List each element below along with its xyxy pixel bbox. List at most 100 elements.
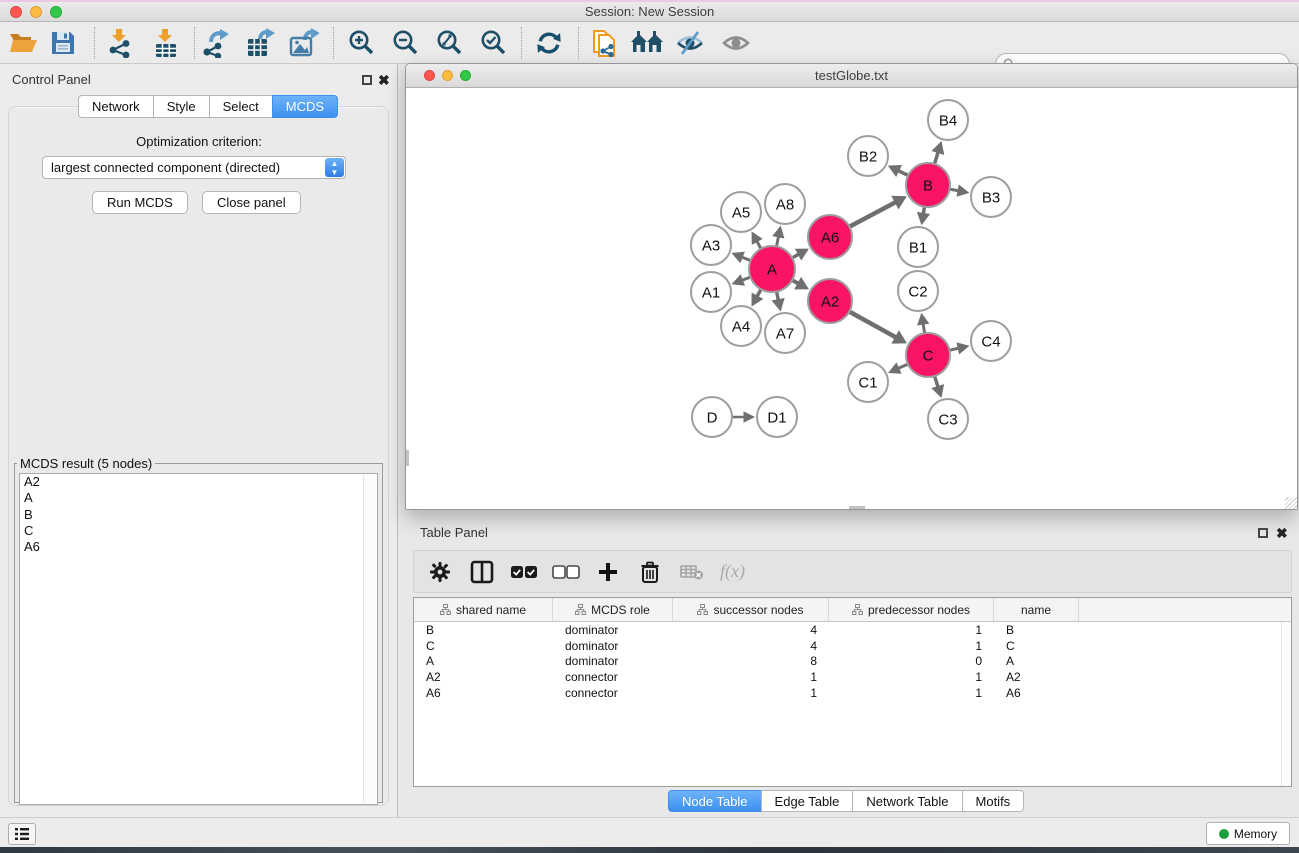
show-column-icon[interactable] — [468, 558, 496, 586]
column-header-shared-name[interactable]: shared name — [414, 598, 553, 621]
table-row[interactable]: Bdominator41B — [414, 622, 1291, 638]
node-D[interactable]: D — [692, 397, 732, 437]
mcds-result-item[interactable]: B — [20, 507, 377, 523]
table-cell[interactable]: A — [414, 654, 553, 668]
network-window-resize-grip[interactable] — [1285, 497, 1297, 509]
table-row[interactable]: Adominator80A — [414, 654, 1291, 670]
column-header-successor-nodes[interactable]: successor nodes — [673, 598, 829, 621]
import-network-icon[interactable] — [103, 28, 137, 58]
column-header-predecessor-nodes[interactable]: predecessor nodes — [829, 598, 994, 621]
tab-mcds[interactable]: MCDS — [272, 95, 338, 118]
node-C[interactable]: C — [906, 333, 950, 377]
new-network-from-selection-icon[interactable] — [588, 28, 622, 58]
column-header-name[interactable]: name — [994, 598, 1079, 621]
hide-selected-icon[interactable] — [673, 28, 707, 58]
create-column-icon[interactable] — [594, 558, 622, 586]
table-cell[interactable]: 1 — [829, 623, 994, 637]
zoom-fit-icon[interactable] — [432, 28, 466, 58]
tab-network-table[interactable]: Network Table — [852, 790, 962, 812]
edge-B-B2[interactable] — [888, 165, 910, 177]
list-scrollbar[interactable] — [363, 475, 376, 803]
tab-network[interactable]: Network — [78, 95, 154, 118]
table-scrollbar[interactable] — [1281, 622, 1291, 786]
node-A4[interactable]: A4 — [721, 306, 761, 346]
mcds-result-item[interactable]: A6 — [20, 539, 377, 555]
edge-C-C1[interactable] — [888, 362, 910, 373]
table-cell[interactable]: A2 — [994, 670, 1079, 684]
mcds-result-item[interactable]: C — [20, 523, 377, 539]
node-C3[interactable]: C3 — [928, 399, 968, 439]
table-cell[interactable]: B — [994, 623, 1079, 637]
tab-style[interactable]: Style — [153, 95, 210, 118]
run-mcds-button[interactable]: Run MCDS — [92, 191, 188, 214]
node-A3[interactable]: A3 — [691, 225, 731, 265]
table-cell[interactable]: 4 — [673, 639, 829, 653]
memory-button[interactable]: Memory — [1206, 822, 1290, 845]
table-row[interactable]: Cdominator41C — [414, 638, 1291, 654]
node-A7[interactable]: A7 — [765, 313, 805, 353]
table-cell[interactable]: connector — [553, 686, 673, 700]
edge-A-A8[interactable] — [772, 226, 784, 249]
table-cell[interactable]: 1 — [829, 686, 994, 700]
column-header-MCDS-role[interactable]: MCDS role — [553, 598, 673, 621]
close-panel-button[interactable]: Close panel — [202, 191, 301, 214]
table-cell[interactable]: 1 — [829, 670, 994, 684]
task-history-button[interactable] — [8, 823, 36, 845]
export-network-icon[interactable] — [200, 28, 234, 58]
edge-C-C3[interactable] — [931, 374, 944, 398]
table-cell[interactable]: A6 — [994, 686, 1079, 700]
table-cell[interactable]: dominator — [553, 639, 673, 653]
delete-column-trash-icon[interactable] — [636, 558, 664, 586]
import-table-icon[interactable] — [149, 28, 183, 58]
table-row[interactable]: A2connector11A2 — [414, 669, 1291, 685]
node-B4[interactable]: B4 — [928, 100, 968, 140]
tab-select[interactable]: Select — [209, 95, 273, 118]
table-cell[interactable]: A — [994, 654, 1079, 668]
table-cell[interactable]: 8 — [673, 654, 829, 668]
export-table-icon[interactable] — [244, 28, 278, 58]
first-neighbors-icon[interactable] — [630, 28, 664, 58]
zoom-out-icon[interactable] — [388, 28, 422, 58]
tab-edge-table[interactable]: Edge Table — [761, 790, 854, 812]
tab-motifs[interactable]: Motifs — [962, 790, 1025, 812]
table-cell[interactable]: 1 — [673, 686, 829, 700]
network-canvas[interactable]: B4B2BB3A8A5A6A3B1AA1C2A2A4A7C4CC1C3DD1 — [406, 88, 1297, 509]
table-cell[interactable]: C — [994, 639, 1079, 653]
table-cell[interactable]: 1 — [829, 639, 994, 653]
node-C4[interactable]: C4 — [971, 321, 1011, 361]
table-cell[interactable]: C — [414, 639, 553, 653]
open-file-icon[interactable] — [6, 28, 40, 58]
node-A8[interactable]: A8 — [765, 184, 805, 224]
node-A1[interactable]: A1 — [691, 272, 731, 312]
close-table-panel-icon[interactable]: ✖ — [1276, 525, 1288, 542]
table-settings-gear-icon[interactable] — [426, 558, 454, 586]
table-cell[interactable]: B — [414, 623, 553, 637]
table-row[interactable]: A6connector11A6 — [414, 685, 1291, 701]
node-B3[interactable]: B3 — [971, 177, 1011, 217]
edge-C-C2[interactable] — [917, 313, 929, 336]
mcds-result-list[interactable]: A2ABCA6 — [19, 473, 378, 805]
show-all-icon[interactable] — [719, 28, 753, 58]
tab-node-table[interactable]: Node Table — [668, 790, 762, 812]
table-cell[interactable]: A6 — [414, 686, 553, 700]
mcds-result-item[interactable]: A2 — [20, 474, 377, 490]
edge-A2-C[interactable] — [848, 311, 907, 344]
table-cell[interactable]: A2 — [414, 670, 553, 684]
node-C2[interactable]: C2 — [898, 271, 938, 311]
edge-A6-B[interactable] — [848, 196, 907, 228]
select-all-columns-icon[interactable] — [510, 558, 538, 586]
node-C1[interactable]: C1 — [848, 362, 888, 402]
save-session-icon[interactable] — [46, 28, 80, 58]
edge-D-D1[interactable] — [730, 411, 755, 422]
mcds-result-item[interactable]: A — [20, 490, 377, 506]
zoom-in-icon[interactable] — [344, 28, 378, 58]
close-panel-icon[interactable]: ✖ — [378, 72, 390, 89]
node-D1[interactable]: D1 — [757, 397, 797, 437]
table-cell[interactable]: dominator — [553, 654, 673, 668]
float-panel-icon[interactable] — [362, 75, 372, 85]
edge-B-B4[interactable] — [931, 141, 944, 166]
deselect-all-columns-icon[interactable] — [552, 558, 580, 586]
table-cell[interactable]: 4 — [673, 623, 829, 637]
float-table-panel-icon[interactable] — [1258, 528, 1268, 538]
node-A5[interactable]: A5 — [721, 192, 761, 232]
